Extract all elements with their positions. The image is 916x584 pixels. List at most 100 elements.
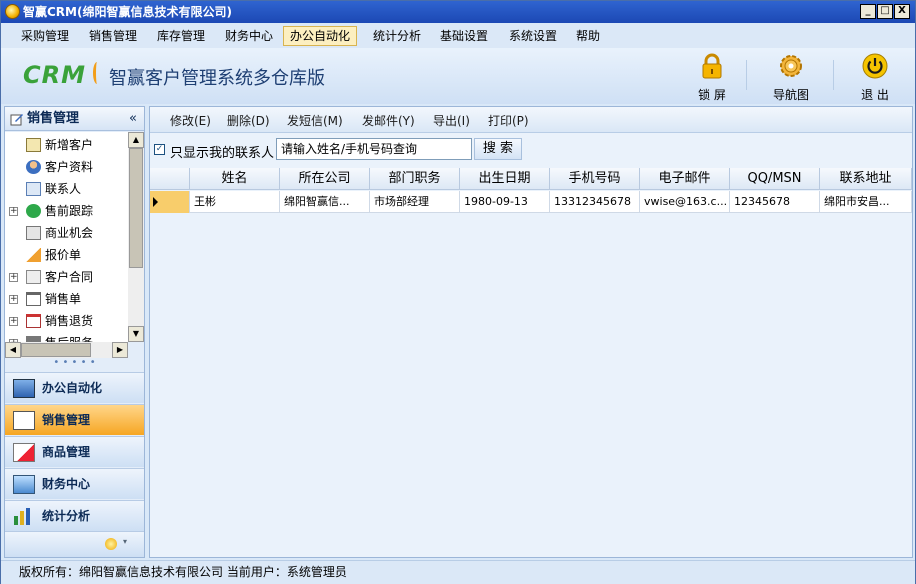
- crm-logo: CRM: [23, 61, 86, 89]
- navigation-map-button[interactable]: 导航图: [761, 52, 821, 103]
- toolbar-divider: [746, 60, 747, 90]
- menu-sales[interactable]: 销售管理: [83, 26, 143, 46]
- column-header[interactable]: 所在公司: [280, 168, 370, 190]
- logo-swoosh-icon: [93, 62, 101, 84]
- nav-statistics[interactable]: 统计分析: [5, 500, 144, 531]
- tree-item-sales-return[interactable]: + 销售退货: [5, 310, 128, 332]
- navigation-map-label: 导航图: [772, 88, 809, 102]
- scroll-right-arrow-icon[interactable]: ▶: [112, 342, 128, 358]
- current-row-arrow-icon: [153, 197, 158, 207]
- send-email-button[interactable]: 发邮件(Y): [362, 112, 415, 129]
- exit-button[interactable]: 退 出: [845, 52, 905, 103]
- contract-icon: [26, 270, 41, 284]
- menu-inventory[interactable]: 库存管理: [151, 26, 211, 46]
- scroll-up-arrow-icon[interactable]: ▲: [128, 132, 144, 148]
- sales-icon: [13, 411, 35, 430]
- tree-vertical-scrollbar[interactable]: ▲ ▼: [128, 132, 144, 342]
- tree-item-business-opportunity[interactable]: 商业机会: [5, 222, 128, 244]
- menu-help[interactable]: 帮助: [570, 26, 606, 46]
- column-header[interactable]: 电子邮件: [640, 168, 730, 190]
- column-header[interactable]: 手机号码: [550, 168, 640, 190]
- tree-item-sales-order[interactable]: + 销售单: [5, 288, 128, 310]
- nav-goods-management[interactable]: 商品管理: [5, 436, 144, 467]
- tree-item-after-sales[interactable]: + 售后服务: [5, 332, 128, 342]
- column-header[interactable]: 部门职务: [370, 168, 460, 190]
- column-header[interactable]: 联系地址: [820, 168, 912, 190]
- menu-purchase[interactable]: 采购管理: [15, 26, 75, 46]
- banner: CRM 智赢客户管理系统多仓库版 锁 屏 导航图 退 出: [1, 48, 915, 104]
- tree-item-presales-tracking[interactable]: + 售前跟踪: [5, 200, 128, 222]
- menu-statistics[interactable]: 统计分析: [367, 26, 427, 46]
- tree-item-customer-info[interactable]: 客户资料: [5, 156, 128, 178]
- menu-office-automation[interactable]: 办公自动化: [283, 26, 358, 46]
- scroll-left-arrow-icon[interactable]: ◀: [5, 342, 21, 358]
- nav-sales-management[interactable]: 销售管理: [5, 404, 144, 435]
- check-circle-icon: [26, 204, 41, 218]
- sun-icon[interactable]: [105, 538, 117, 550]
- table-cell[interactable]: 13312345678: [550, 191, 640, 213]
- menu-system-settings[interactable]: 系统设置: [503, 26, 563, 46]
- menu-basic-settings[interactable]: 基础设置: [434, 26, 494, 46]
- search-input[interactable]: 请输入姓名/手机号码查询: [276, 138, 472, 160]
- delete-button[interactable]: 删除(D): [227, 112, 270, 129]
- my-contacts-label: 只显示我的联系人: [170, 146, 275, 161]
- table-cell[interactable]: 王彬: [190, 191, 280, 213]
- scroll-thumb[interactable]: [129, 148, 143, 268]
- expand-toggle[interactable]: +: [9, 273, 18, 282]
- table-cell[interactable]: 市场部经理: [370, 191, 460, 213]
- column-header[interactable]: 姓名: [190, 168, 280, 190]
- tree-item-new-customer[interactable]: 新增客户: [5, 134, 128, 156]
- menu-bar: 采购管理 销售管理 库存管理 财务中心 办公自动化 统计分析 基础设置 系统设置…: [1, 24, 915, 48]
- quote-icon: [26, 248, 41, 262]
- expand-toggle[interactable]: +: [9, 317, 18, 326]
- row-indicator[interactable]: [150, 191, 190, 213]
- send-sms-button[interactable]: 发短信(M): [287, 112, 343, 129]
- scroll-thumb[interactable]: [21, 343, 91, 357]
- toolbar-divider: [833, 60, 834, 90]
- app-icon: [5, 4, 20, 19]
- finance-icon: [13, 475, 35, 494]
- tree-item-quotation[interactable]: 报价单: [5, 244, 128, 266]
- system-title: 智赢客户管理系统多仓库版: [109, 68, 325, 89]
- sidebar-title: 销售管理: [27, 111, 80, 126]
- table-cell[interactable]: 1980-09-13: [460, 191, 550, 213]
- expand-toggle[interactable]: +: [9, 295, 18, 304]
- customer-icon: [26, 160, 41, 174]
- print-button[interactable]: 打印(P): [488, 112, 529, 129]
- tree-item-contacts[interactable]: 联系人: [5, 178, 128, 200]
- table-cell[interactable]: 12345678: [730, 191, 820, 213]
- menu-finance[interactable]: 财务中心: [219, 26, 279, 46]
- power-icon: [862, 53, 888, 79]
- maximize-button[interactable]: □: [877, 4, 893, 19]
- tree-item-customer-contract[interactable]: + 客户合同: [5, 266, 128, 288]
- expand-toggle[interactable]: +: [9, 207, 18, 216]
- lock-screen-button[interactable]: 锁 屏: [682, 52, 742, 103]
- main-panel: 修改(E) 删除(D) 发短信(M) 发邮件(Y) 导出(I) 打印(P) ✓ …: [149, 106, 913, 558]
- close-button[interactable]: X: [894, 4, 910, 19]
- chevron-down-icon[interactable]: ▾: [123, 537, 127, 546]
- exit-label: 退 出: [861, 88, 889, 102]
- edit-button[interactable]: 修改(E): [170, 112, 211, 129]
- lock-icon: [702, 53, 722, 79]
- table-cell[interactable]: vwise@163.c...: [640, 191, 730, 213]
- search-button[interactable]: 搜 索: [474, 138, 522, 160]
- nav-office-automation[interactable]: 办公自动化: [5, 372, 144, 403]
- splitter-grip-icon[interactable]: • • • • •: [5, 358, 144, 372]
- sidebar: 销售管理 « 新增客户 客户资料 联系人 + 售前跟踪 商业机会 报价单 + 客…: [4, 106, 145, 558]
- add-customer-icon: [26, 138, 41, 152]
- status-bar: 版权所有：绵阳智赢信息技术有限公司 当前用户：系统管理员: [1, 560, 915, 584]
- collapse-sidebar-button[interactable]: «: [129, 107, 137, 131]
- table-cell[interactable]: 绵阳智赢信...: [280, 191, 370, 213]
- nav-finance-center[interactable]: 财务中心: [5, 468, 144, 499]
- gear-icon: [780, 55, 802, 77]
- my-contacts-checkbox[interactable]: ✓: [154, 144, 165, 155]
- table-cell[interactable]: 绵阳市安昌...: [820, 191, 912, 213]
- column-header[interactable]: 出生日期: [460, 168, 550, 190]
- tree-horizontal-scrollbar[interactable]: ◀ ▶: [5, 342, 128, 358]
- nav-overflow-bar: ▾: [5, 531, 144, 557]
- column-header[interactable]: QQ/MSN: [730, 168, 820, 190]
- pencil-icon: [10, 114, 23, 126]
- minimize-button[interactable]: _: [860, 4, 876, 19]
- export-button[interactable]: 导出(I): [433, 112, 470, 129]
- scroll-down-arrow-icon[interactable]: ▼: [128, 326, 144, 342]
